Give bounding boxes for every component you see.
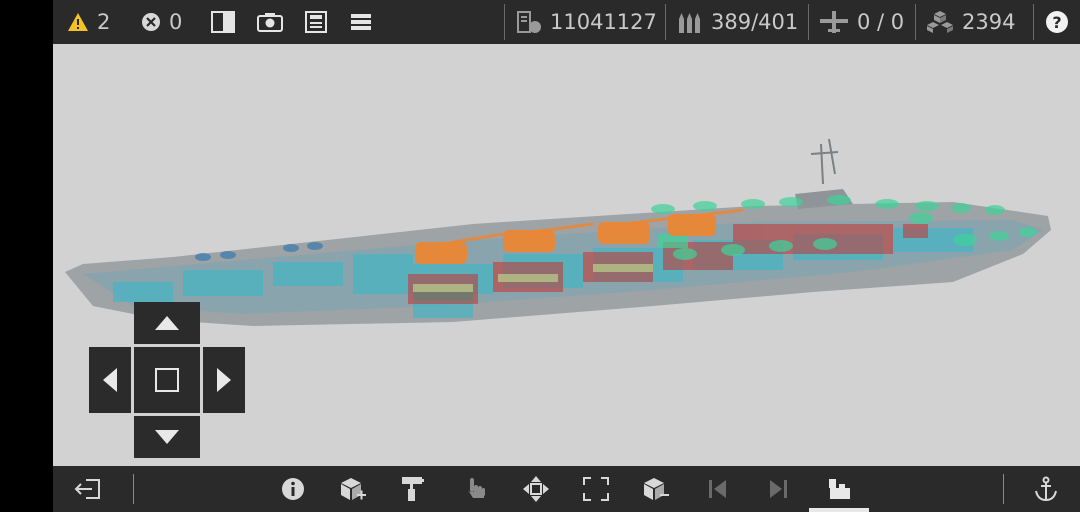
paint-roller-icon [402, 477, 424, 501]
cost-value: 11041127 [550, 10, 657, 34]
aircraft-indicator: 0 / 0 [819, 0, 904, 44]
blocks-icon [927, 11, 953, 33]
remove-block-icon [644, 478, 669, 500]
toolbar-separator [665, 4, 666, 40]
square-icon [155, 368, 179, 392]
previous-button[interactable] [703, 474, 733, 504]
next-button[interactable] [763, 474, 793, 504]
error-count: 0 [169, 10, 183, 34]
add-block-icon [341, 478, 366, 500]
active-tab-underline [809, 508, 869, 512]
toolbar-separator [915, 4, 916, 40]
error-x-circle-icon [142, 13, 160, 31]
touch-button[interactable] [461, 474, 491, 504]
arrow-right-icon [217, 368, 231, 392]
remove-block-button[interactable] [641, 474, 671, 504]
warnings-indicator[interactable]: 2 [67, 0, 110, 44]
top-toolbar: 2 0 11041127 389/401 0 / 0 2394 ? [53, 0, 1080, 44]
move-button[interactable] [521, 474, 551, 504]
exit-icon [74, 479, 100, 499]
save-icon [305, 11, 327, 33]
info-button[interactable] [278, 474, 308, 504]
next-icon [770, 480, 787, 498]
touch-hand-icon [468, 478, 485, 498]
bottom-separator [133, 474, 134, 504]
previous-icon [709, 480, 726, 498]
components-icon [829, 479, 850, 499]
cost-indicator: 11041127 [516, 0, 657, 44]
ammo-indicator: 389/401 [677, 0, 798, 44]
paint-button[interactable] [398, 474, 428, 504]
arrow-down-icon [155, 430, 179, 444]
toolbar-separator [504, 4, 505, 40]
aircraft-icon [820, 11, 848, 33]
aircraft-value: 0 / 0 [857, 10, 905, 34]
menu-icon [351, 14, 371, 30]
cost-icon [517, 11, 541, 33]
ship-mast [810, 138, 839, 185]
toolbar-separator [808, 4, 809, 40]
anchor-icon [1035, 476, 1057, 502]
camera-icon [257, 13, 283, 32]
dpad-down-button[interactable] [134, 416, 200, 458]
info-icon [282, 478, 304, 500]
dpad-center-button[interactable] [134, 347, 200, 413]
blocks-value: 2394 [962, 10, 1016, 34]
blocks-indicator: 2394 [926, 0, 1015, 44]
dpad-up-button[interactable] [134, 302, 200, 344]
bottom-separator [1003, 474, 1004, 504]
warning-triangle-icon [68, 13, 88, 31]
dpad-right-button[interactable] [203, 347, 245, 413]
bottom-toolbar [53, 466, 1080, 512]
exit-button[interactable] [73, 474, 103, 504]
anchor-button[interactable] [1031, 474, 1061, 504]
errors-indicator[interactable]: 0 [141, 0, 182, 44]
ammo-value: 389/401 [711, 10, 799, 34]
help-button[interactable]: ? [1046, 11, 1068, 33]
help-label: ? [1052, 12, 1062, 32]
split-view-button[interactable] [211, 0, 235, 44]
split-view-icon [211, 11, 235, 33]
menu-button[interactable] [350, 0, 372, 44]
resize-icon [583, 477, 609, 501]
arrow-up-icon [155, 316, 179, 330]
camera-button[interactable] [257, 0, 283, 44]
arrow-left-icon [103, 368, 117, 392]
components-button[interactable] [824, 474, 854, 504]
left-black-bar [0, 0, 53, 512]
save-button[interactable] [305, 0, 327, 44]
warning-count: 2 [97, 10, 111, 34]
resize-button[interactable] [581, 474, 611, 504]
toolbar-separator [1033, 4, 1034, 40]
move-icon [523, 476, 549, 502]
add-block-button[interactable] [338, 474, 368, 504]
ammo-icon [679, 13, 700, 33]
dpad-left-button[interactable] [89, 347, 131, 413]
